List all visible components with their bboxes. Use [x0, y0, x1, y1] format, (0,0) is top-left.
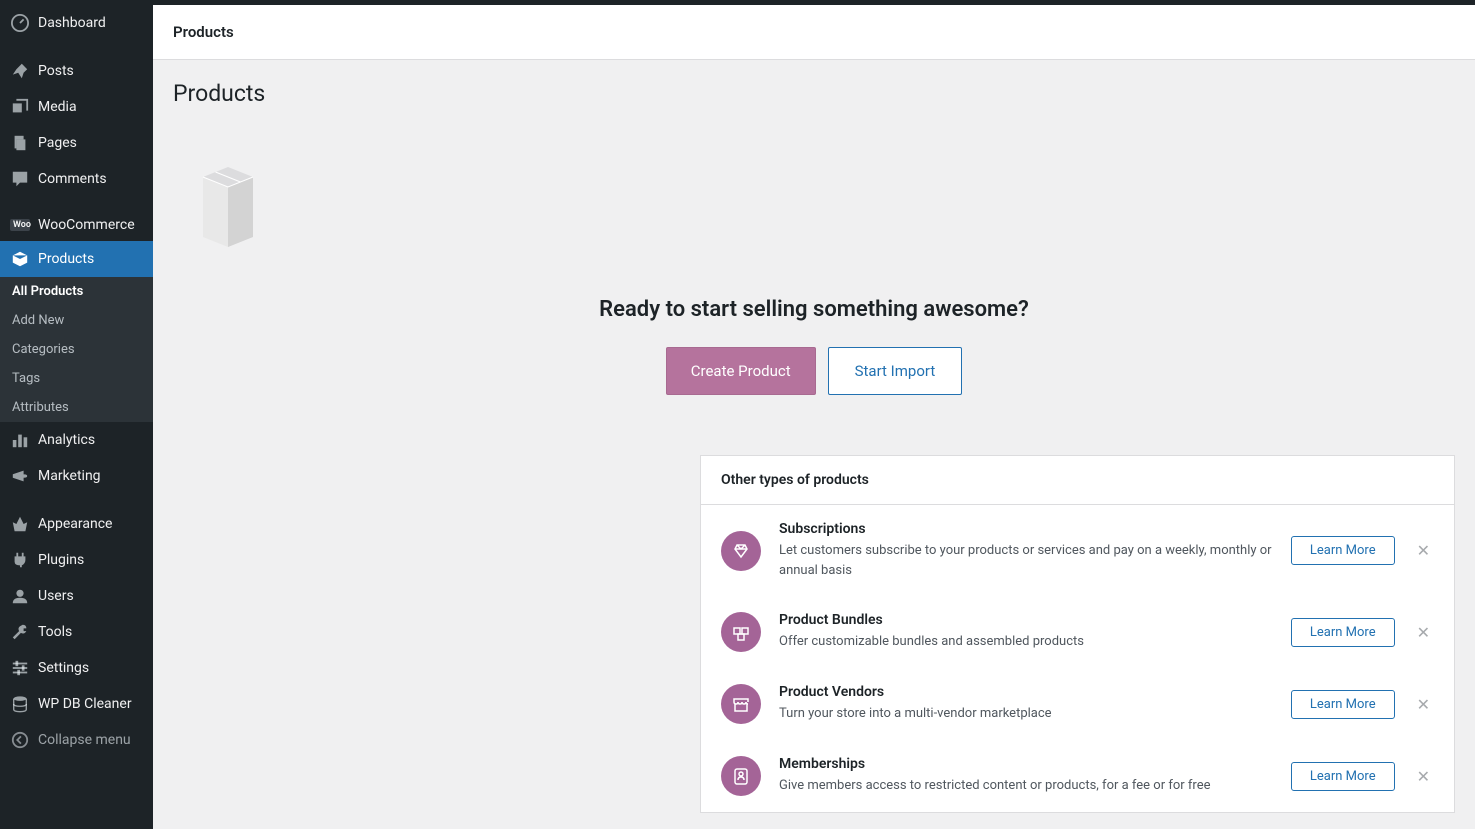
- sidebar-item-media[interactable]: Media: [0, 89, 153, 125]
- subscriptions-icon: [721, 531, 761, 571]
- box-icon: [173, 147, 1455, 267]
- submenu-categories[interactable]: Categories: [0, 335, 153, 364]
- sidebar-item-wp-db-cleaner[interactable]: WP DB Cleaner: [0, 686, 153, 722]
- database-icon: [10, 694, 30, 714]
- plugins-icon: [10, 550, 30, 570]
- sidebar-item-analytics[interactable]: Analytics: [0, 422, 153, 458]
- header-bar: Products: [153, 5, 1475, 60]
- admin-topbar: [0, 0, 1475, 5]
- product-title: Memberships: [779, 756, 1273, 772]
- sidebar-label: Media: [38, 99, 77, 115]
- media-icon: [10, 97, 30, 117]
- product-title: Subscriptions: [779, 521, 1273, 537]
- empty-state-hero: Ready to start selling something awesome…: [173, 147, 1455, 395]
- submenu-all-products[interactable]: All Products: [0, 277, 153, 306]
- sidebar-label: Tools: [38, 624, 72, 640]
- product-row-subscriptions: Subscriptions Let customers subscribe to…: [701, 505, 1454, 596]
- main-content-area: Products Products Ready to start selling…: [153, 5, 1475, 829]
- learn-more-button[interactable]: Learn More: [1291, 690, 1395, 719]
- sidebar-label: Posts: [38, 63, 74, 79]
- submenu-tags[interactable]: Tags: [0, 364, 153, 393]
- sidebar-label: Analytics: [38, 432, 95, 448]
- product-title: Product Vendors: [779, 684, 1273, 700]
- sidebar-item-dashboard[interactable]: Dashboard: [0, 5, 153, 41]
- comments-icon: [10, 169, 30, 189]
- sidebar-item-users[interactable]: Users: [0, 578, 153, 614]
- close-icon[interactable]: ✕: [1413, 767, 1434, 786]
- start-import-button[interactable]: Start Import: [828, 347, 963, 395]
- pin-icon: [10, 61, 30, 81]
- sidebar-label: Marketing: [38, 468, 101, 484]
- sidebar-item-woocommerce[interactable]: Woo WooCommerce: [0, 209, 153, 241]
- create-product-button[interactable]: Create Product: [666, 347, 816, 395]
- header-title: Products: [173, 23, 1455, 41]
- product-desc: Offer customizable bundles and assembled…: [779, 632, 1273, 652]
- other-products-panel: Other types of products Subscriptions Le…: [700, 455, 1455, 813]
- analytics-icon: [10, 430, 30, 450]
- page-title: Products: [173, 80, 1455, 107]
- submenu-add-new[interactable]: Add New: [0, 306, 153, 335]
- admin-sidebar: Dashboard Posts Media Pages Comments Woo…: [0, 0, 153, 829]
- product-row-bundles: Product Bundles Offer customizable bundl…: [701, 596, 1454, 668]
- collapse-icon: [10, 730, 30, 750]
- sidebar-label: Dashboard: [38, 15, 106, 31]
- hero-headline: Ready to start selling something awesome…: [173, 297, 1455, 322]
- sidebar-item-plugins[interactable]: Plugins: [0, 542, 153, 578]
- product-desc: Give members access to restricted conten…: [779, 776, 1273, 796]
- users-icon: [10, 586, 30, 606]
- product-desc: Turn your store into a multi-vendor mark…: [779, 704, 1273, 724]
- sidebar-label: WP DB Cleaner: [38, 696, 132, 712]
- woo-icon: Woo: [10, 219, 30, 231]
- sidebar-label: Pages: [38, 135, 77, 151]
- learn-more-button[interactable]: Learn More: [1291, 762, 1395, 791]
- sidebar-item-comments[interactable]: Comments: [0, 161, 153, 197]
- dashboard-icon: [10, 13, 30, 33]
- sidebar-submenu: All Products Add New Categories Tags Att…: [0, 277, 153, 422]
- learn-more-button[interactable]: Learn More: [1291, 618, 1395, 647]
- other-products-heading: Other types of products: [701, 456, 1454, 505]
- sidebar-item-posts[interactable]: Posts: [0, 53, 153, 89]
- product-title: Product Bundles: [779, 612, 1273, 628]
- product-desc: Let customers subscribe to your products…: [779, 541, 1273, 580]
- sidebar-label: Appearance: [38, 516, 112, 532]
- pages-icon: [10, 133, 30, 153]
- vendors-icon: [721, 684, 761, 724]
- sidebar-item-tools[interactable]: Tools: [0, 614, 153, 650]
- bundles-icon: [721, 612, 761, 652]
- close-icon[interactable]: ✕: [1413, 695, 1434, 714]
- sidebar-item-products[interactable]: Products: [0, 241, 153, 277]
- submenu-attributes[interactable]: Attributes: [0, 393, 153, 422]
- memberships-icon: [721, 756, 761, 796]
- learn-more-button[interactable]: Learn More: [1291, 536, 1395, 565]
- sidebar-collapse-menu[interactable]: Collapse menu: [0, 722, 153, 758]
- sidebar-label: Plugins: [38, 552, 84, 568]
- sidebar-item-settings[interactable]: Settings: [0, 650, 153, 686]
- product-row-memberships: Memberships Give members access to restr…: [701, 740, 1454, 812]
- marketing-icon: [10, 466, 30, 486]
- products-icon: [10, 249, 30, 269]
- sidebar-label: Users: [38, 588, 74, 604]
- sidebar-label: Settings: [38, 660, 89, 676]
- close-icon[interactable]: ✕: [1413, 623, 1434, 642]
- sidebar-item-appearance[interactable]: Appearance: [0, 506, 153, 542]
- sidebar-label: Products: [38, 251, 94, 267]
- sidebar-item-pages[interactable]: Pages: [0, 125, 153, 161]
- sidebar-label: Comments: [38, 171, 107, 187]
- settings-icon: [10, 658, 30, 678]
- product-row-vendors: Product Vendors Turn your store into a m…: [701, 668, 1454, 740]
- sidebar-item-marketing[interactable]: Marketing: [0, 458, 153, 494]
- tools-icon: [10, 622, 30, 642]
- sidebar-label: Collapse menu: [38, 732, 131, 748]
- sidebar-label: WooCommerce: [38, 217, 135, 233]
- appearance-icon: [10, 514, 30, 534]
- close-icon[interactable]: ✕: [1413, 541, 1434, 560]
